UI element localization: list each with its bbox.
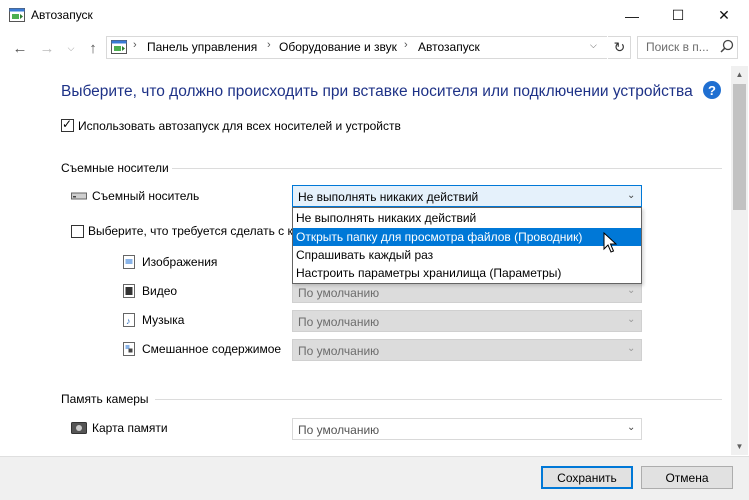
removable-device-label: Съемный носитель	[92, 189, 200, 203]
video-action-value: По умолчанию	[298, 286, 380, 300]
search-placeholder: Поиск в п...	[646, 40, 709, 54]
address-dropdown-icon[interactable]: ⌵	[590, 40, 597, 51]
per-type-label: Выберите, что требуется сделать с ка	[88, 224, 292, 238]
type-label-music: Музыка	[142, 313, 185, 327]
arrow-left-icon: ←	[12, 39, 28, 57]
autoplay-app-icon	[9, 8, 25, 22]
svg-text:♪: ♪	[126, 316, 131, 326]
video-icon	[123, 284, 135, 298]
section-divider	[172, 168, 722, 169]
breadcrumb-separator: ›	[133, 39, 137, 51]
chevron-down-icon: ⌄	[627, 190, 636, 201]
cancel-button[interactable]: Отмена	[641, 466, 733, 489]
chevron-down-icon: ⌄	[627, 343, 636, 354]
window-title: Автозапуск	[31, 8, 93, 22]
forward-button[interactable]: →	[36, 37, 58, 59]
breadcrumb-autoplay[interactable]: Автозапуск	[418, 40, 480, 54]
type-label-pictures: Изображения	[142, 255, 218, 269]
maximize-button[interactable]: ☐	[655, 0, 701, 31]
footer-bar	[0, 456, 749, 500]
mixed-content-icon	[123, 342, 135, 356]
removable-action-value: Не выполнять никаких действий	[298, 190, 479, 204]
chevron-down-icon: ⌄	[627, 314, 636, 325]
recent-locations-button[interactable]: ⌵	[60, 37, 82, 59]
dropdown-option-storage-settings[interactable]: Настроить параметры хранилища (Параметры…	[293, 264, 641, 282]
search-icon	[720, 39, 734, 53]
removable-drive-icon	[71, 192, 87, 200]
arrow-up-icon: ↑	[89, 39, 97, 57]
breadcrumb-hardware-sound[interactable]: Оборудование и звук	[279, 40, 397, 54]
section-title-removable: Съемные носители	[61, 161, 169, 175]
scroll-up-button[interactable]: ▲	[731, 66, 748, 83]
save-button[interactable]: Сохранить	[541, 466, 633, 489]
dropdown-option-open-folder[interactable]: Открыть папку для просмотра файлов (Пров…	[293, 228, 641, 246]
breadcrumb-control-panel[interactable]: Панель управления	[147, 40, 257, 54]
mixed-action-value: По умолчанию	[298, 344, 380, 358]
pictures-icon	[123, 255, 135, 269]
memory-card-action-value: По умолчанию	[298, 423, 380, 437]
checkmark-icon: ✓	[62, 117, 73, 131]
dropdown-option-no-action[interactable]: Не выполнять никаких действий	[293, 209, 641, 227]
refresh-button[interactable]: ↻	[607, 36, 631, 59]
type-label-video: Видео	[142, 284, 178, 298]
back-button[interactable]: ←	[9, 37, 31, 59]
minimize-button[interactable]: —	[609, 0, 655, 31]
music-action-value: По умолчанию	[298, 315, 380, 329]
chevron-down-icon: ⌄	[627, 422, 636, 433]
chevron-down-icon: ⌄	[627, 285, 636, 296]
memory-card-label: Карта памяти	[92, 421, 168, 435]
up-button[interactable]: ↑	[82, 37, 104, 59]
breadcrumb-separator: ›	[404, 39, 408, 51]
section-divider	[155, 399, 722, 400]
music-icon: ♪	[123, 313, 135, 327]
refresh-icon: ↻	[613, 39, 626, 55]
type-label-mixed: Смешанное содержимое	[142, 342, 282, 356]
arrow-right-icon: →	[39, 39, 55, 57]
mouse-cursor-icon	[603, 232, 617, 253]
page-heading: Выберите, что должно происходить при вст…	[61, 83, 693, 100]
breadcrumb-separator: ›	[267, 39, 271, 51]
per-type-checkbox[interactable]	[71, 225, 84, 238]
help-icon[interactable]: ?	[703, 81, 721, 99]
section-title-camera: Память камеры	[61, 392, 149, 406]
chevron-down-icon: ⌵	[67, 42, 75, 53]
memory-card-icon	[71, 422, 87, 434]
autoplay-all-label: Использовать автозапуск для всех носител…	[78, 119, 401, 133]
scroll-thumb[interactable]	[733, 84, 746, 210]
control-panel-icon	[111, 40, 127, 54]
dropdown-option-ask-every-time[interactable]: Спрашивать каждый раз	[293, 246, 641, 264]
scroll-down-button[interactable]: ▼	[731, 438, 748, 455]
close-button[interactable]: ✕	[701, 0, 747, 31]
